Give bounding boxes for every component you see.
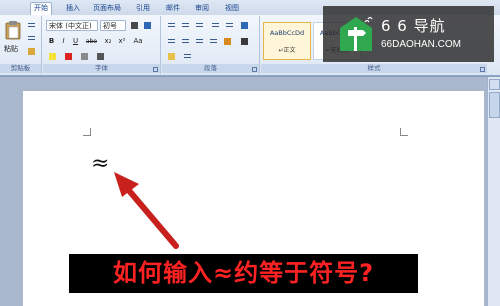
font-size-select[interactable]: 初号 [100, 20, 126, 31]
font-color-icon[interactable] [63, 51, 74, 62]
style-name: ↵正文 [278, 47, 296, 54]
sort-icon[interactable] [239, 20, 250, 31]
tab-page-layout[interactable]: 页面布局 [90, 2, 124, 15]
italic-button[interactable]: I [58, 36, 69, 47]
site-watermark: 6 6 导航 66DAOHAN.COM [323, 6, 494, 62]
scroll-thumb[interactable] [489, 92, 500, 118]
font-name-select[interactable]: 宋体 (中文正) [46, 20, 98, 31]
approx-equal-symbol: ≈ [91, 151, 110, 176]
borders-icon[interactable] [182, 51, 193, 62]
justify-icon[interactable] [208, 36, 219, 47]
font-dialog-launcher-icon[interactable] [153, 67, 158, 72]
paragraph-dialog-launcher-icon[interactable] [252, 67, 257, 72]
grow-font-icon[interactable] [129, 20, 140, 31]
tab-mailings[interactable]: 邮件 [163, 2, 183, 15]
vertical-scrollbar[interactable] [487, 77, 500, 306]
paste-button[interactable]: 粘贴 [4, 20, 22, 56]
strikethrough-button[interactable]: abe [84, 36, 99, 47]
numbering-icon[interactable] [180, 20, 191, 31]
highlight-color-icon[interactable] [47, 51, 58, 62]
tab-insert[interactable]: 插入 [63, 2, 83, 15]
superscript-button[interactable]: x² [116, 36, 128, 47]
caption-text: 如何输入≈约等于符号? [112, 259, 375, 287]
clipboard-icon [5, 21, 21, 40]
tab-view[interactable]: 视图 [222, 2, 242, 15]
watermark-url: 66DAOHAN.COM [381, 39, 462, 50]
subscript-button[interactable]: x₂ [102, 36, 114, 47]
bold-button[interactable]: B [46, 36, 57, 47]
style-normal[interactable]: AaBbCcDd ↵正文 [263, 22, 311, 60]
format-painter-icon[interactable] [26, 46, 37, 57]
style-sample: AaBbCcDd [269, 29, 305, 37]
tab-review[interactable]: 审阅 [192, 2, 212, 15]
paragraph-group: 段落 [162, 16, 260, 74]
change-case-button[interactable]: Aa [131, 36, 145, 47]
show-marks-icon[interactable] [239, 36, 250, 47]
align-left-icon[interactable] [166, 36, 177, 47]
line-spacing-icon[interactable] [222, 36, 233, 47]
tab-home[interactable]: 开始 [30, 2, 52, 15]
char-shading-icon[interactable] [79, 51, 90, 62]
caption-banner: 如何输入≈约等于符号? [69, 254, 418, 293]
margin-corner-mark [83, 128, 91, 136]
increase-indent-icon[interactable] [224, 20, 235, 31]
scroll-up-icon[interactable] [489, 79, 500, 90]
decrease-indent-icon[interactable] [210, 20, 221, 31]
paragraph-group-label: 段落 [162, 64, 259, 73]
bullets-icon[interactable] [166, 20, 177, 31]
font-group-label: 字体 [43, 64, 160, 73]
cut-icon[interactable] [26, 20, 37, 31]
styles-group-label: 样式 [261, 64, 487, 73]
clear-format-icon[interactable] [142, 20, 153, 31]
watermark-title: 6 6 导航 [381, 17, 446, 35]
copy-icon[interactable] [26, 33, 37, 44]
font-group: 宋体 (中文正) 初号 B I U abe x₂ x² Aa 字体 [43, 16, 161, 74]
styles-dialog-launcher-icon[interactable] [480, 67, 485, 72]
underline-button[interactable]: U [70, 36, 81, 47]
clipboard-group: 粘贴 剪贴板 [0, 16, 42, 74]
tab-references[interactable]: 引用 [133, 2, 153, 15]
paste-label: 粘贴 [4, 45, 18, 53]
signpost-logo-icon [340, 16, 373, 51]
clipboard-group-label: 剪贴板 [0, 64, 41, 73]
shading-icon[interactable] [166, 51, 177, 62]
align-center-icon[interactable] [180, 36, 191, 47]
align-right-icon[interactable] [194, 36, 205, 47]
multilevel-list-icon[interactable] [194, 20, 205, 31]
char-border-icon[interactable] [95, 51, 106, 62]
margin-corner-mark [400, 128, 408, 136]
